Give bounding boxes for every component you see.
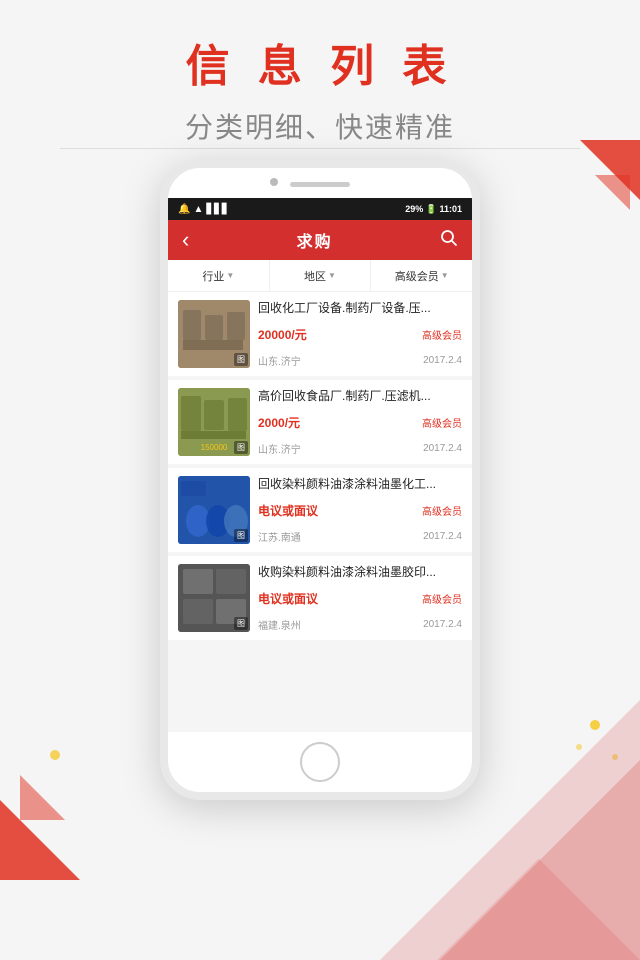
phone-mockup: 🔔 ▲ ▋▋▋ 29% 🔋 11:01 ‹ 求购 bbox=[160, 160, 480, 800]
app-title: 求购 bbox=[297, 228, 333, 252]
deco-tri-4 bbox=[20, 775, 65, 820]
mute-icon: 🔔 bbox=[178, 204, 190, 215]
item-title-3: 回收染料颜料油漆涂料油墨化工... bbox=[258, 476, 462, 493]
img-badge-1: 图 bbox=[234, 353, 248, 366]
item-date-2: 2017.2.4 bbox=[423, 443, 462, 454]
list-item[interactable]: 图 回收染料颜料油漆涂料油墨化工... 电议或面议 高级会员 江苏.南通 201… bbox=[168, 468, 472, 552]
list-item[interactable]: 150000 图 高价回收食品厂.制药厂.压滤机... 2000/元 高级会员 … bbox=[168, 380, 472, 464]
img-badge-2: 图 bbox=[234, 441, 248, 454]
item-location-4: 福建.泉州 bbox=[258, 617, 301, 632]
phone-camera bbox=[270, 178, 278, 186]
item-row2-2: 2000/元 高级会员 bbox=[258, 414, 462, 431]
item-row2-4: 电议或面议 高级会员 bbox=[258, 590, 462, 607]
wifi-icon: ▲ bbox=[193, 204, 203, 215]
hero-section: 信 息 列 表 分类明细、快速精准 bbox=[0, 30, 640, 146]
item-price-2: 2000/元 bbox=[258, 414, 300, 431]
status-bar-right: 29% 🔋 11:01 bbox=[405, 204, 462, 215]
item-price-1: 20000/元 bbox=[258, 326, 307, 343]
phone-body: 🔔 ▲ ▋▋▋ 29% 🔋 11:01 ‹ 求购 bbox=[160, 160, 480, 800]
item-date-3: 2017.2.4 bbox=[423, 531, 462, 542]
item-date-4: 2017.2.4 bbox=[423, 619, 462, 630]
status-bar-left: 🔔 ▲ ▋▋▋ bbox=[178, 204, 229, 215]
item-row3-2: 山东.济宁 2017.2.4 bbox=[258, 441, 462, 456]
item-location-1: 山东.济宁 bbox=[258, 353, 301, 368]
item-member-4: 高级会员 bbox=[422, 591, 462, 606]
item-image-4: 图 bbox=[178, 564, 250, 632]
battery-text: 29% bbox=[405, 204, 423, 214]
img-badge-4: 图 bbox=[234, 617, 248, 630]
item-member-1: 高级会员 bbox=[422, 327, 462, 342]
item-location-3: 江苏.南通 bbox=[258, 529, 301, 544]
item-row2-3: 电议或面议 高级会员 bbox=[258, 502, 462, 519]
item-price-4: 电议或面议 bbox=[258, 590, 318, 607]
list-item[interactable]: 图 回收化工厂设备.制药厂设备.压... 20000/元 高级会员 山东.济宁 … bbox=[168, 292, 472, 376]
filter-region[interactable]: 地区 ▼ bbox=[270, 260, 372, 291]
item-date-1: 2017.2.4 bbox=[423, 355, 462, 366]
list-item[interactable]: 图 收购染料颜料油漆涂料油墨胶印... 电议或面议 高级会员 福建.泉州 201… bbox=[168, 556, 472, 640]
phone-home-button[interactable] bbox=[300, 742, 340, 782]
item-location-2: 山东.济宁 bbox=[258, 441, 301, 456]
filter-member-arrow: ▼ bbox=[441, 271, 449, 280]
item-title-4: 收购染料颜料油漆涂料油墨胶印... bbox=[258, 564, 462, 581]
time-text: 11:01 bbox=[439, 204, 462, 214]
item-info-2: 高价回收食品厂.制药厂.压滤机... 2000/元 高级会员 山东.济宁 201… bbox=[258, 388, 462, 456]
app-header: ‹ 求购 bbox=[168, 220, 472, 260]
deco-tri-2 bbox=[595, 175, 630, 210]
item-row3-4: 福建.泉州 2017.2.4 bbox=[258, 617, 462, 632]
item-price-3: 电议或面议 bbox=[258, 502, 318, 519]
item-member-2: 高级会员 bbox=[422, 415, 462, 430]
item-info-1: 回收化工厂设备.制药厂设备.压... 20000/元 高级会员 山东.济宁 20… bbox=[258, 300, 462, 368]
page-subtitle: 分类明细、快速精准 bbox=[0, 106, 640, 146]
item-image-3: 图 bbox=[178, 476, 250, 544]
item-row3-3: 江苏.南通 2017.2.4 bbox=[258, 529, 462, 544]
item-title-2: 高价回收食品厂.制药厂.压滤机... bbox=[258, 388, 462, 405]
item-row3-1: 山东.济宁 2017.2.4 bbox=[258, 353, 462, 368]
item-image-2: 150000 图 bbox=[178, 388, 250, 456]
item-info-3: 回收染料颜料油漆涂料油墨化工... 电议或面议 高级会员 江苏.南通 2017.… bbox=[258, 476, 462, 544]
status-bar: 🔔 ▲ ▋▋▋ 29% 🔋 11:01 bbox=[168, 198, 472, 220]
item-image-1: 图 bbox=[178, 300, 250, 368]
filter-bar: 行业 ▼ 地区 ▼ 高级会员 ▼ bbox=[168, 260, 472, 292]
phone-speaker bbox=[290, 182, 350, 187]
item-member-3: 高级会员 bbox=[422, 503, 462, 518]
item-info-4: 收购染料颜料油漆涂料油墨胶印... 电议或面议 高级会员 福建.泉州 2017.… bbox=[258, 564, 462, 632]
filter-industry[interactable]: 行业 ▼ bbox=[168, 260, 270, 291]
phone-screen: 🔔 ▲ ▋▋▋ 29% 🔋 11:01 ‹ 求购 bbox=[168, 198, 472, 732]
back-button[interactable]: ‹ bbox=[182, 227, 189, 253]
filter-region-arrow: ▼ bbox=[328, 271, 336, 280]
svg-text:150000: 150000 bbox=[201, 443, 228, 452]
page-title: 信 息 列 表 bbox=[0, 30, 640, 94]
deco-dot-4 bbox=[50, 750, 60, 760]
signal-icon: ▋▋▋ bbox=[206, 204, 229, 215]
search-button[interactable] bbox=[440, 229, 458, 252]
item-row2-1: 20000/元 高级会员 bbox=[258, 326, 462, 343]
filter-member[interactable]: 高级会员 ▼ bbox=[371, 260, 472, 291]
header-divider bbox=[60, 148, 580, 149]
img-badge-3: 图 bbox=[234, 529, 248, 542]
filter-industry-arrow: ▼ bbox=[226, 271, 234, 280]
item-title-1: 回收化工厂设备.制药厂设备.压... bbox=[258, 300, 462, 317]
list-content: 图 回收化工厂设备.制药厂设备.压... 20000/元 高级会员 山东.济宁 … bbox=[168, 292, 472, 732]
